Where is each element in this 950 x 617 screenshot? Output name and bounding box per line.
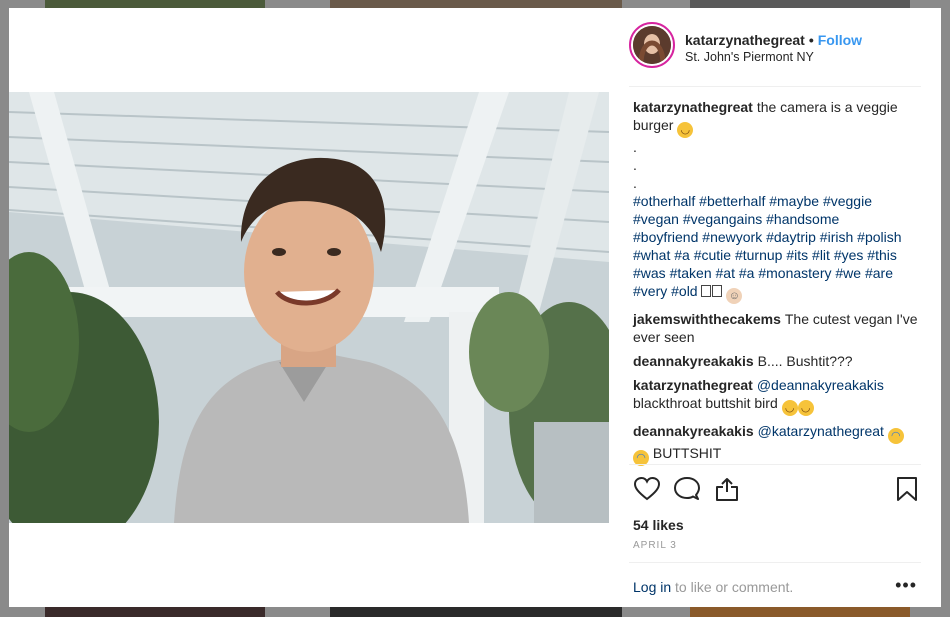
post-sidebar: katarzynathegreat • Follow St. John's Pier… [609,8,941,607]
login-prompt: Log in to like or comment. [633,579,793,595]
hashtag-line: #otherhalf #betterhalf #maybe #veggie [633,192,923,210]
hashtag-link[interactable]: #maybe [769,193,819,209]
hashtag-link[interactable]: #vegangains [683,211,762,227]
hashtag-link[interactable]: #otherhalf [633,193,695,209]
share-icon[interactable] [713,475,741,503]
laughing-emoji-icon: ◡ [781,400,798,416]
hashtag-link[interactable]: #vegan [633,211,679,227]
background-tile [330,607,622,617]
background-tile [690,607,910,617]
bookmark-icon[interactable] [893,475,921,503]
hashtag-link[interactable]: #very [633,283,667,299]
comment-item: deannakyreakakis @katarzynathegreat ◠ ◠ B… [633,422,923,466]
hashtag-line: #very #old ☺ [633,282,923,304]
background-tile [330,0,622,8]
comment-username[interactable]: katarzynathegreat [633,377,753,393]
comments-list: katarzynathegreat the camera is a veggie … [633,98,923,472]
heart-icon[interactable] [633,475,661,503]
comment-text: BUTTSHIT [652,445,722,461]
post-header: katarzynathegreat • Follow St. John's Pier… [629,22,921,87]
hashtag-link[interactable]: #betterhalf [699,193,765,209]
comment-text: B.... Bushtit??? [757,353,853,369]
hashtag-link[interactable]: #we [835,265,861,281]
hashtag-link[interactable]: #lit [812,247,830,263]
hashtag-line: #was #taken #at #a #monastery #we #are [633,264,923,282]
hashtag-link[interactable]: #turnup [735,247,782,263]
header-username-row: katarzynathegreat • Follow [685,32,862,48]
hashtag-link[interactable]: #monastery [758,265,831,281]
caption: katarzynathegreat the camera is a veggie … [633,98,923,304]
avatar[interactable] [629,22,675,68]
smile-emoji-icon: ◡ [677,122,694,138]
comment-item: jakemswiththecakems The cutest vegan I've… [633,310,923,346]
hashtag-link[interactable]: #polish [857,229,901,245]
comment-mention[interactable]: @deannakyreakakis [757,377,884,393]
hashtag-link[interactable]: #taken [670,265,712,281]
comment-item: katarzynathegreat @deannakyreakakis black… [633,376,923,416]
post-photo[interactable] [9,92,609,523]
hashtag-link[interactable]: #yes [834,247,864,263]
background-tile [45,607,265,617]
hashtag-link[interactable]: #this [867,247,897,263]
missing-glyph-icon [712,285,723,297]
hashtag-link[interactable]: #irish [820,229,853,245]
hashtag-link[interactable]: #boyfriend [633,229,698,245]
photo-column [9,8,609,607]
comment-item: deannakyreakakis B.... Bushtit??? [633,352,923,370]
comment-username[interactable]: jakemswiththecakems [633,311,781,327]
hashtag-link[interactable]: #was [633,265,666,281]
hashtag-link[interactable]: #its [786,247,808,263]
crying-emoji-icon: ◠ [887,428,904,444]
comment-mention[interactable]: @katarzynathegreat [758,423,884,439]
caption-dot: . [633,139,637,155]
hashtag-link[interactable]: #daytrip [766,229,816,245]
caption-dot: . [633,175,637,191]
hashtag-line: #what #a #cutie #turnup #its #lit #yes #… [633,246,923,264]
comment-username[interactable]: deannakyreakakis [633,353,754,369]
background-tile [45,0,265,8]
hashtag-link[interactable]: #cutie [694,247,731,263]
likes-count[interactable]: 54 likes [633,517,684,533]
hashtag-line: #vegan #vegangains #handsome [633,210,923,228]
hashtag-link[interactable]: #handsome [766,211,839,227]
hashtag-line: #boyfriend #newyork #daytrip #irish #pol… [633,228,923,246]
avatar-illustration [633,26,671,64]
laughing-emoji-icon: ◡ [797,400,814,416]
login-bar: Log in to like or comment. ••• [629,562,921,608]
photo-illustration [9,92,609,523]
missing-glyph-icon [701,285,712,297]
caption-dot: . [633,157,637,173]
old-man-emoji-icon: ☺ [726,288,743,304]
hashtag-link[interactable]: #a [739,265,755,281]
location-link[interactable]: St. John's Piermont NY [685,50,814,64]
hashtag-link[interactable]: #newyork [702,229,762,245]
comment-icon[interactable] [673,475,701,503]
hashtag-link[interactable]: #what [633,247,670,263]
hashtag-link[interactable]: #at [716,265,735,281]
caption-username[interactable]: katarzynathegreat [633,99,753,115]
header-username[interactable]: katarzynathegreat [685,32,805,48]
separator-dot: • [808,32,814,48]
comment-username[interactable]: deannakyreakakis [633,423,754,439]
post-modal: katarzynathegreat • Follow St. John's Pier… [9,8,941,607]
comment-text: blackthroat buttshit bird [633,395,778,411]
action-icons [633,475,921,505]
hashtag-link[interactable]: #veggie [823,193,872,209]
follow-button[interactable]: Follow [818,32,862,48]
avatar-image [633,26,671,64]
login-prompt-text: to like or comment. [675,579,794,595]
more-options-icon[interactable]: ••• [895,575,917,596]
login-link[interactable]: Log in [633,579,671,595]
comment-text-line: ◠ BUTTSHIT [633,444,923,466]
hashtag-link[interactable]: #old [671,283,697,299]
background-tile [690,0,910,8]
hashtag-link[interactable]: #a [674,247,690,263]
action-bar: 54 likes APRIL 3 [629,464,921,563]
hashtag-link[interactable]: #are [865,265,893,281]
post-date[interactable]: APRIL 3 [633,540,677,551]
